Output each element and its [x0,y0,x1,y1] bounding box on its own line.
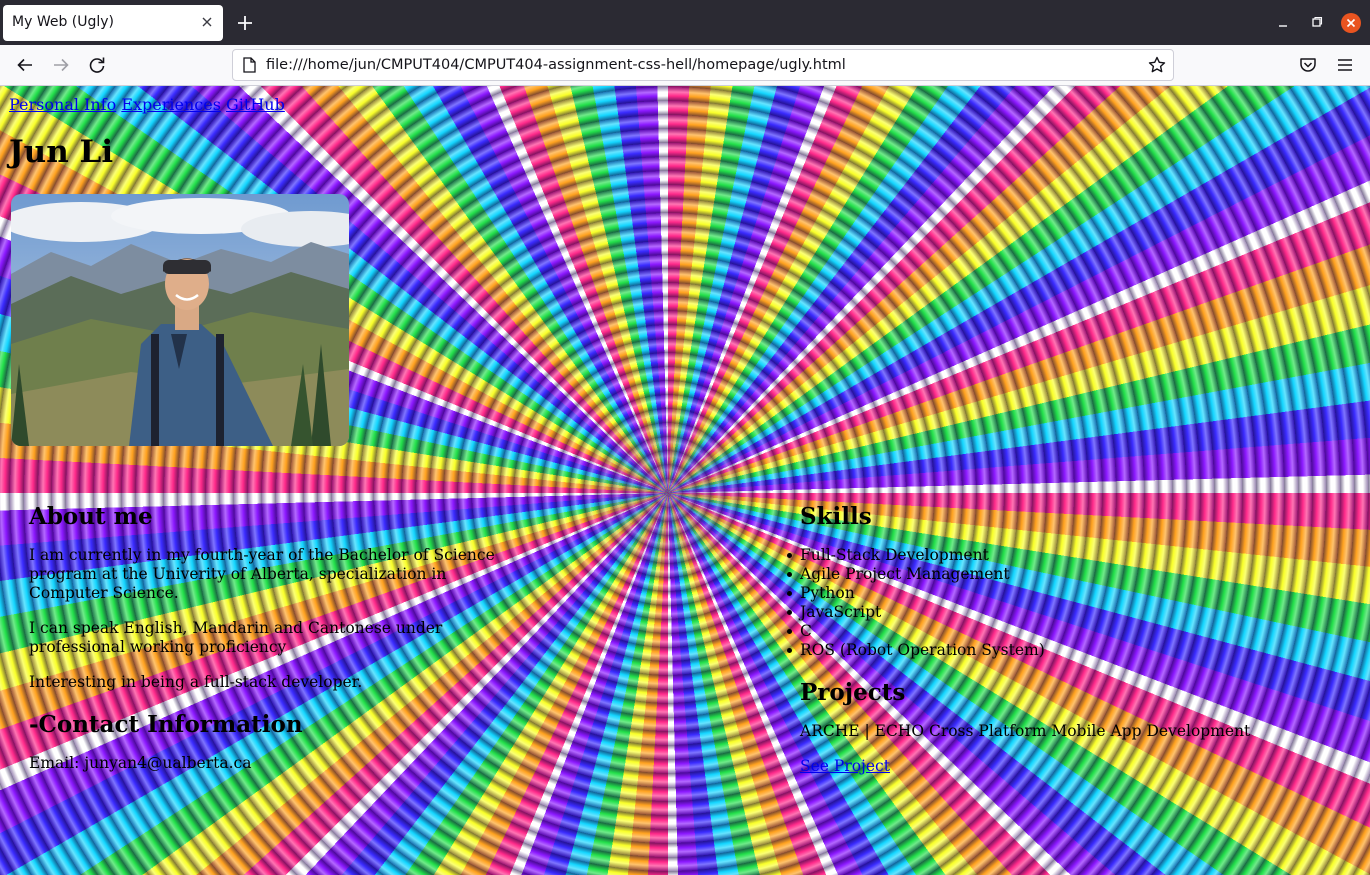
skill-item: JavaScript [787,603,1260,622]
bookmark-star-icon[interactable] [1147,55,1167,75]
browser-window: My Web (Ugly) file:///home/jun/CMPUT404/… [0,0,1370,875]
skill-item: Python [787,584,1260,603]
skill-item: C [787,622,1260,641]
nav-link-github[interactable]: GitHub [226,95,285,114]
contact-heading: -Contact Information [29,711,303,738]
page-icon [243,57,256,73]
forward-icon[interactable] [50,54,72,76]
page-title: Jun Li [9,134,114,170]
project-title: ARCHE | ECHO Cross Platform Mobile App D… [800,722,1251,740]
url-bar[interactable]: file:///home/jun/CMPUT404/CMPUT404-assig… [232,49,1174,81]
tab-active[interactable]: My Web (Ugly) [3,5,223,41]
new-tab-icon[interactable] [234,12,256,34]
projects-heading: Projects [800,679,906,706]
restore-icon[interactable] [1305,12,1327,34]
close-tab-icon[interactable] [198,13,216,31]
page-viewport: Personal Info Experiences GitHub Jun Li [0,86,1370,875]
project-link-wrapper: See Project [800,757,1260,776]
url-text[interactable]: file:///home/jun/CMPUT404/CMPUT404-assig… [266,57,846,73]
skill-item: Full-Stack Development [787,546,1260,565]
tab-strip: My Web (Ugly) [0,0,1370,45]
reload-icon[interactable] [86,54,108,76]
skill-item: Agile Project Management [787,565,1260,584]
about-heading: About me [29,503,153,530]
nav-link-experiences[interactable]: Experiences [121,95,221,114]
back-icon[interactable] [14,54,36,76]
skills-heading: Skills [800,503,872,530]
navigation-toolbar: file:///home/jun/CMPUT404/CMPUT404-assig… [0,45,1370,86]
about-paragraph: Interesting in being a full-stack develo… [29,673,363,691]
nav-link-personal-info[interactable]: Personal Info [9,95,116,114]
skills-list: Full-Stack Development Agile Project Man… [787,546,1260,660]
skills-column: Skills Full-Stack Development Agile Proj… [787,503,1260,776]
tab-title: My Web (Ugly) [12,14,115,30]
about-paragraph: I am currently in my fourth-year of the … [29,546,495,602]
about-paragraph: I can speak English, Mandarin and Canton… [29,619,443,656]
menu-icon[interactable] [1334,54,1356,76]
minimize-icon[interactable] [1272,12,1294,34]
about-column: About me I am currently in my fourth-yea… [29,503,509,773]
profile-photo [11,194,349,446]
pocket-icon[interactable] [1297,54,1319,76]
skill-item: ROS (Robot Operation System) [787,641,1260,660]
see-project-link[interactable]: See Project [800,757,890,775]
contact-email: Email: junyan4@ualberta.ca [29,754,252,772]
page-nav: Personal Info Experiences GitHub [9,95,285,114]
close-window-icon[interactable] [1340,12,1362,34]
